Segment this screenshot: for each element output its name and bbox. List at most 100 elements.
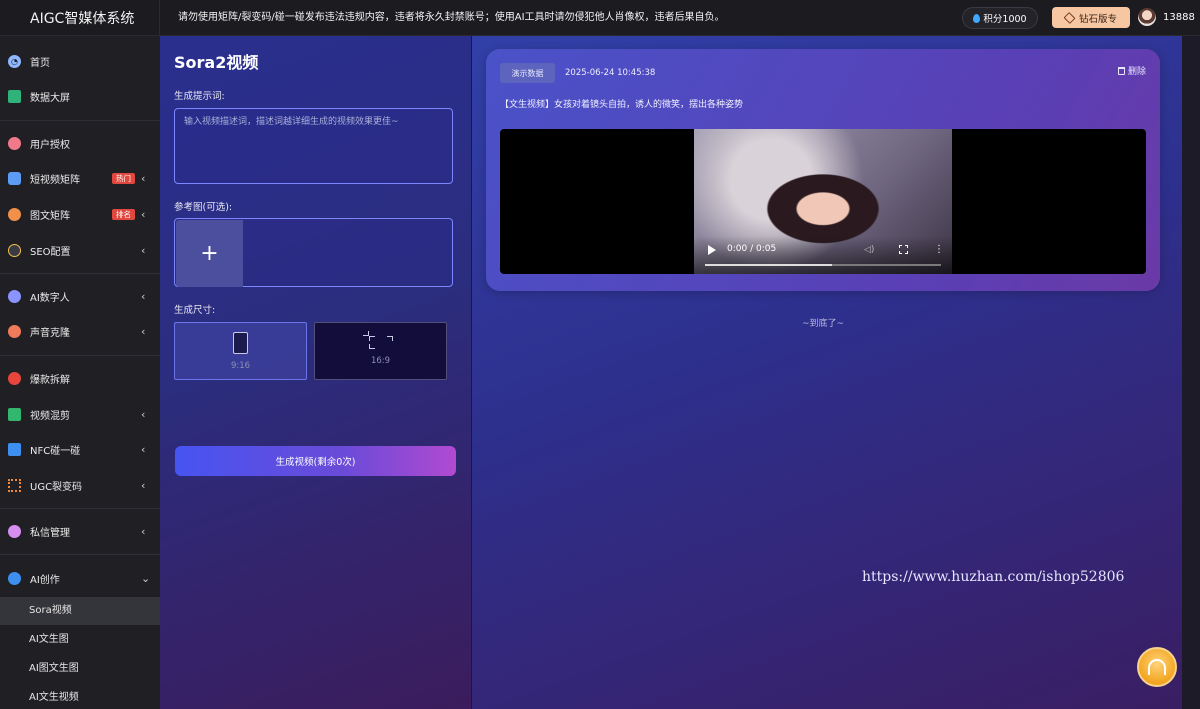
trash-icon [1117, 66, 1125, 75]
sidebar-item-video-mix[interactable]: 视频混剪 ‹ [0, 397, 160, 431]
user-icon [8, 136, 21, 150]
divider [0, 120, 160, 121]
video-player[interactable]: 0:00 / 0:05 ◁) ⋮ [500, 129, 1146, 274]
sidebar-item-label: 爆款拆解 [30, 374, 70, 386]
end-of-list: ~到底了~ [801, 319, 845, 329]
fullscreen-icon[interactable] [899, 245, 908, 254]
chart-icon [8, 89, 21, 103]
sidebar-item-label: 图文矩阵 [30, 210, 70, 222]
notice-text: 请勿使用矩阵/裂变码/碰一碰发布违法违规内容，违者将永久封禁账号；使用AI工具时… [178, 12, 725, 23]
chevron-left-icon: ‹ [141, 478, 146, 492]
nfc-icon [8, 442, 21, 456]
timestamp: 2025-06-24 10:45:38 [565, 68, 656, 78]
image-text-icon [8, 207, 21, 221]
chevron-left-icon: ‹ [141, 324, 146, 338]
results-panel: 演示数据 2025-06-24 10:45:38 删除 【文生视频】女孩对着镜头… [472, 36, 1182, 709]
sidebar-item-label: 首页 [30, 57, 50, 69]
app-title: AIGC智媒体系统 [0, 0, 160, 36]
video-matrix-icon [8, 171, 21, 185]
play-icon[interactable] [708, 245, 716, 255]
plus-icon[interactable]: + [176, 220, 243, 287]
sidebar-item-label: 短视频矩阵 [30, 174, 80, 186]
video-controls: 0:00 / 0:05 ◁) ⋮ [694, 236, 952, 274]
scroll-gutter [1182, 36, 1200, 709]
points-badge[interactable]: 积分1000 [962, 7, 1038, 29]
sidebar-item-auth[interactable]: 用户授权 [0, 126, 160, 160]
divider [0, 508, 160, 509]
sidebar-item-home[interactable]: ◔ 首页 [0, 44, 160, 78]
vip-label: 钻石版专 [1078, 13, 1117, 25]
sidebar-item-ai-create[interactable]: AI创作 ⌄ [0, 561, 160, 595]
more-icon[interactable]: ⋮ [934, 244, 944, 255]
video-frame[interactable]: 0:00 / 0:05 ◁) ⋮ [694, 129, 952, 274]
sidebar-item-viral[interactable]: 爆款拆解 [0, 361, 160, 395]
chevron-down-icon: ⌄ [141, 571, 151, 585]
size-option-label: 16:9 [370, 356, 391, 366]
chevron-left-icon: ‹ [141, 289, 146, 303]
chevron-left-icon: ‹ [141, 407, 146, 421]
sidebar-item-digital-human[interactable]: AI数字人 ‹ [0, 279, 160, 313]
reference-upload[interactable]: + [174, 218, 453, 287]
sidebar-item-label: SEO配置 [30, 246, 71, 258]
video-progress[interactable] [705, 264, 941, 266]
diamond-icon [1063, 11, 1076, 24]
prompt-input[interactable]: 输入视频描述词，描述词越详细生成的视频效果更佳~ [174, 108, 453, 184]
sidebar-item-label: AI创作 [30, 574, 60, 586]
page-title: Sora2视频 [174, 53, 259, 72]
delete-button[interactable]: 删除 [1117, 64, 1146, 77]
message-icon [8, 524, 21, 538]
volume-icon[interactable]: ◁) [864, 245, 874, 255]
people-icon [8, 289, 21, 303]
sidebar-subitem-text-to-image[interactable]: AI文生图 [0, 626, 160, 654]
sidebar-item-short-video[interactable]: 短视频矩阵 热门 ‹ [0, 161, 160, 195]
sidebar-item-label: UGC裂变码 [30, 481, 83, 493]
video-time: 0:00 / 0:05 [727, 244, 777, 254]
headset-icon [1148, 659, 1166, 675]
fire-icon [8, 371, 21, 385]
chevron-left-icon: ‹ [141, 442, 146, 456]
result-card: 演示数据 2025-06-24 10:45:38 删除 【文生视频】女孩对着镜头… [486, 49, 1160, 291]
sidebar-item-messages[interactable]: 私信管理 ‹ [0, 514, 160, 548]
sidebar-item-voice-clone[interactable]: 声音克隆 ‹ [0, 314, 160, 348]
portrait-icon [233, 331, 248, 354]
sidebar-item-image-text[interactable]: 图文矩阵 排名 ‹ [0, 197, 160, 231]
size-option-landscape[interactable]: 16:9 [314, 322, 447, 380]
home-icon: ◔ [8, 54, 21, 68]
points-text: 积分1000 [983, 14, 1027, 25]
divider [0, 355, 160, 356]
sidebar: ◔ 首页 数据大屏 用户授权 短视频矩阵 热门 ‹ 图文矩阵 排名 ‹ SEO配置 ‹ AI… [0, 36, 160, 709]
sidebar-item-label: NFC碰一碰 [30, 445, 81, 457]
sidebar-subitem-image-to-image[interactable]: AI图文生图 [0, 655, 160, 683]
sidebar-item-label: 声音克隆 [30, 327, 70, 339]
user-menu[interactable]: 13888 [1138, 8, 1195, 26]
clapper-icon [8, 407, 21, 421]
result-prompt: 【文生视频】女孩对着镜头自拍，诱人的微笑，摆出各种姿势 [500, 100, 744, 110]
sidebar-subitem-text-to-video[interactable]: AI文生视频 [0, 684, 160, 709]
avatar [1138, 8, 1156, 26]
size-option-portrait[interactable]: 9:16 [174, 322, 307, 380]
sidebar-item-dashboard[interactable]: 数据大屏 [0, 79, 160, 113]
delete-label: 删除 [1127, 67, 1146, 77]
sidebar-item-seo[interactable]: SEO配置 ‹ [0, 233, 160, 267]
reference-label: 参考图(可选): [174, 202, 233, 213]
sidebar-item-nfc[interactable]: NFC碰一碰 ‹ [0, 432, 160, 466]
chevron-left-icon: ‹ [141, 524, 146, 538]
sidebar-item-ugc[interactable]: UGC裂变码 ‹ [0, 468, 160, 502]
vip-button[interactable]: 钻石版专 [1052, 7, 1130, 28]
prompt-label: 生成提示词: [174, 91, 225, 102]
support-button[interactable] [1137, 647, 1177, 687]
top-bar: AIGC智媒体系统 请勿使用矩阵/裂变码/碰一碰发布违法违规内容，违者将永久封禁… [0, 0, 1200, 36]
rank-badge: 排名 [112, 208, 135, 220]
sidebar-item-label: AI数字人 [30, 292, 70, 304]
ai-create-icon [8, 571, 21, 585]
sidebar-item-label: 视频混剪 [30, 410, 70, 422]
generate-button[interactable]: 生成视频(剩余0次) [175, 446, 456, 476]
sidebar-subitem-sora[interactable]: Sora视频 [0, 597, 160, 625]
chevron-left-icon: ‹ [141, 171, 146, 185]
demo-badge: 演示数据 [500, 63, 555, 83]
username: 13888 [1163, 11, 1195, 23]
seo-icon [8, 243, 21, 257]
sidebar-item-label: 数据大屏 [30, 92, 70, 104]
chevron-left-icon: ‹ [141, 207, 146, 221]
qr-icon [8, 478, 21, 492]
